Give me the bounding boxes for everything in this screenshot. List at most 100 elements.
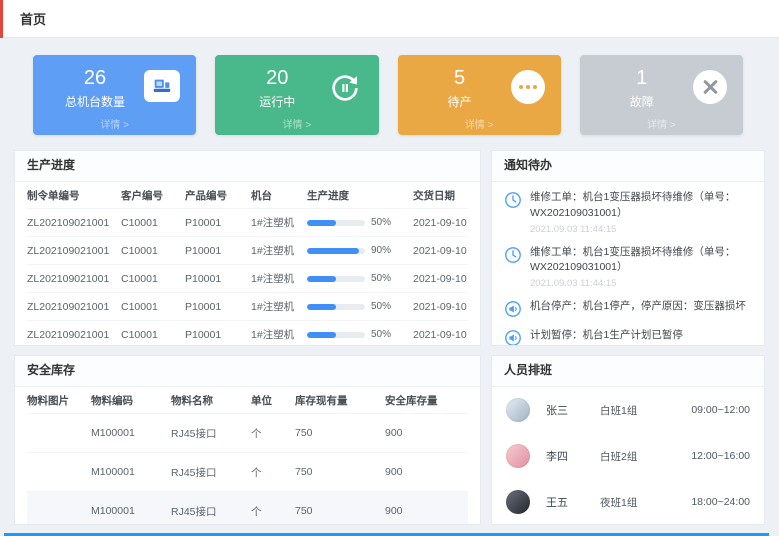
stat-label: 待产 (410, 93, 510, 110)
safety-stock: 900 (385, 427, 468, 439)
col-order-no: 制令单编号 (27, 188, 121, 203)
table-row[interactable]: M100001 RJ45接口 个 750 900 (27, 414, 468, 453)
progress-label: 50% (371, 301, 391, 312)
stat-label: 故障 (592, 93, 692, 110)
progress-fill (307, 276, 336, 282)
machine: 1#注塑机 (251, 327, 307, 342)
order-no: ZL202109021001 (27, 301, 121, 313)
notice-item[interactable]: 机台停产：机台1停产，停产原因：变压器损坏 (492, 291, 764, 320)
col-material-image: 物料图片 (27, 393, 91, 408)
inventory-table: 物料图片 物料编码 物料名称 单位 库存现有量 安全库存量 M100001 RJ… (15, 387, 480, 525)
notice-body: 计划暂停：机台1生产计划已暂停 2021.09.03 11:44:15 (530, 328, 752, 346)
table-row[interactable]: ZL202109021001 C10001 P10001 1#注塑机 50% 2… (27, 209, 468, 237)
table-header-row: 制令单编号 客户编号 产品编号 机台 生产进度 交货日期 (27, 182, 468, 209)
staff-name: 王五 (546, 494, 600, 510)
stat-card-total-machines[interactable]: 26 总机台数量 详情 > (33, 55, 196, 135)
col-unit: 单位 (251, 393, 295, 408)
staff-row[interactable]: 李四 白班2组 12:00~16:00 (492, 433, 764, 479)
delivery-date: 2021-09-10 (413, 245, 468, 257)
progress-track (307, 332, 365, 338)
progress-cell: 50% (307, 301, 413, 312)
stat-card-running[interactable]: 20 运行中 详情 > (215, 55, 378, 135)
production-progress-panel: 生产进度 制令单编号 客户编号 产品编号 机台 生产进度 交货日期 ZL2021… (14, 150, 481, 346)
stat-icon-wrap (144, 70, 180, 102)
table-row[interactable]: ZL202109021001 C10001 P10001 1#注塑机 90% 2… (27, 237, 468, 265)
stat-icon-wrap (511, 70, 545, 104)
table-row[interactable]: ZL202109021001 C10001 P10001 1#注塑机 50% 2… (27, 321, 468, 346)
col-material-name: 物料名称 (171, 393, 251, 408)
notice-item[interactable]: 维修工单：机台1变压器损坏待维修（单号：WX202109031001） 2021… (492, 237, 764, 292)
speaker-icon (504, 300, 522, 318)
order-no: ZL202109021001 (27, 245, 121, 257)
material-name: RJ45接口 (171, 465, 251, 480)
stat-icon-wrap (693, 70, 727, 104)
safety-stock: 900 (385, 505, 468, 517)
staff-name: 张三 (546, 402, 600, 418)
ellipsis-icon (511, 70, 545, 104)
unit: 个 (251, 426, 295, 441)
running-sync-icon (327, 70, 363, 106)
production-table: 制令单编号 客户编号 产品编号 机台 生产进度 交货日期 ZL202109021… (15, 182, 480, 346)
panel-title: 人员排班 (492, 356, 764, 387)
notice-item[interactable]: 计划暂停：机台1生产计划已暂停 2021.09.03 11:44:15 (492, 320, 764, 346)
staff-time: 18:00~24:00 (691, 496, 750, 508)
current-stock: 750 (295, 505, 385, 517)
customer-no: C10001 (121, 273, 185, 285)
table-row[interactable]: ZL202109021001 C10001 P10001 1#注塑机 50% 2… (27, 293, 468, 321)
stat-value: 26 (45, 66, 145, 90)
progress-label: 50% (371, 329, 391, 340)
staff-name: 李四 (546, 448, 600, 464)
machine: 1#注塑机 (251, 271, 307, 286)
tools-icon (693, 70, 727, 104)
progress-track (307, 220, 365, 226)
progress-cell: 90% (307, 245, 413, 256)
staff-schedule-panel: 人员排班 张三 白班1组 09:00~12:00 李四 白班2组 12:00~1… (491, 355, 765, 525)
detail-link[interactable]: 详情 > (215, 116, 378, 131)
progress-label: 50% (371, 217, 391, 228)
col-machine: 机台 (251, 188, 307, 203)
notice-text: 计划暂停：机台1生产计划已暂停 (530, 328, 752, 344)
staff-time: 09:00~12:00 (691, 404, 750, 416)
table-row[interactable]: M100001 RJ45接口 个 750 900 (27, 492, 468, 525)
customer-no: C10001 (121, 245, 185, 257)
avatar (506, 490, 530, 514)
progress-cell: 50% (307, 217, 413, 228)
detail-link[interactable]: 详情 > (33, 116, 196, 131)
detail-link[interactable]: 详情 > (580, 116, 743, 131)
stat-value: 1 (592, 66, 692, 90)
material-name: RJ45接口 (171, 504, 251, 519)
safety-stock: 900 (385, 466, 468, 478)
delivery-date: 2021-09-10 (413, 217, 468, 229)
page-header: 首页 (0, 0, 779, 38)
stat-card-waiting[interactable]: 5 待产 详情 > (398, 55, 561, 135)
machine: 1#注塑机 (251, 243, 307, 258)
stat-card-fault[interactable]: 1 故障 详情 > (580, 55, 743, 135)
notice-item[interactable]: 维修工单：机台1变压器损坏待维修（单号：WX202109031001） 2021… (492, 182, 764, 237)
customer-no: C10001 (121, 217, 185, 229)
panel-title: 生产进度 (15, 151, 480, 182)
progress-fill (307, 304, 336, 310)
col-current-stock: 库存现有量 (295, 393, 385, 408)
dashboard-page: 首页 26 总机台数量 详情 > (0, 0, 779, 536)
stat-text: 1 故障 (592, 66, 692, 110)
unit: 个 (251, 504, 295, 519)
col-customer-no: 客户编号 (121, 188, 185, 203)
machine: 1#注塑机 (251, 215, 307, 230)
stat-text: 20 运行中 (227, 66, 327, 110)
current-stock: 750 (295, 466, 385, 478)
notice-text: 维修工单：机台1变压器损坏待维修（单号：WX202109031001） (530, 190, 752, 222)
material-code: M100001 (91, 466, 171, 478)
table-row[interactable]: M100001 RJ45接口 个 750 900 (27, 453, 468, 492)
table-row[interactable]: ZL202109021001 C10001 P10001 1#注塑机 50% 2… (27, 265, 468, 293)
col-delivery-date: 交货日期 (413, 188, 468, 203)
progress-fill (307, 332, 336, 338)
detail-link[interactable]: 详情 > (398, 116, 561, 131)
delivery-date: 2021-09-10 (413, 301, 468, 313)
progress-label: 90% (371, 245, 391, 256)
staff-row[interactable]: 王五 夜班1组 18:00~24:00 (492, 479, 764, 525)
material-code: M100001 (91, 505, 171, 517)
stat-value: 5 (410, 66, 510, 90)
staff-shift: 夜班1组 (600, 495, 680, 510)
notice-time: 2021.09.03 11:44:15 (530, 224, 752, 235)
staff-row[interactable]: 张三 白班1组 09:00~12:00 (492, 387, 764, 433)
